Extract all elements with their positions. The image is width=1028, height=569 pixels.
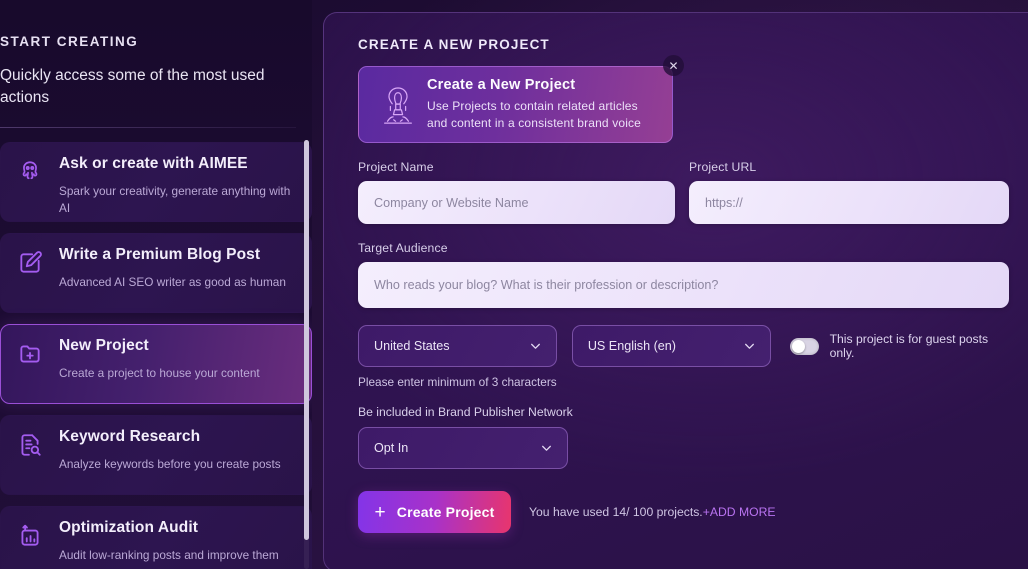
bpn-label: Be included in Brand Publisher Network [358,405,573,419]
sidebar-scrollbar[interactable] [304,140,309,569]
sidebar-item-keyword-research[interactable]: Keyword Research Analyze keywords before… [0,415,312,495]
bpn-select[interactable]: Opt In [358,427,568,469]
project-name-label: Project Name [358,160,434,174]
sidebar-item-aimee[interactable]: Ask or create with AIMEE Spark your crea… [0,142,312,222]
locale-row: United States US English (en) This proje… [358,325,1004,367]
project-url-input[interactable] [689,181,1009,224]
cta-row: + Create Project You have used 14/ 100 p… [358,491,1004,533]
sidebar-divider [0,127,296,128]
banner-desc-line-2: and content in a consistent brand voice [427,116,641,131]
sidebar-item-desc: Audit low-ranking posts and improve them [59,547,279,562]
min-characters-hint: Please enter minimum of 3 characters [358,375,557,389]
toggle-knob [791,339,805,353]
pencil-square-icon [17,250,43,276]
page-title: CREATE A NEW PROJECT [358,37,550,52]
sidebar-item-title: New Project [59,337,149,354]
main-panel: CREATE A NEW PROJECT Create a New Projec… [323,12,1028,569]
create-project-button-label: Create Project [396,504,495,520]
sidebar-item-optimization-audit[interactable]: Optimization Audit Audit low-ranking pos… [0,506,312,569]
target-audience-input[interactable] [358,262,1009,308]
name-url-row: Project Name Project URL [358,160,1009,224]
sidebar-item-desc: Analyze keywords before you create posts [59,456,281,471]
sidebar-item-title: Keyword Research [59,428,201,445]
sidebar-header: START CREATING Quickly access some of th… [0,0,312,109]
banner-title: Create a New Project [427,77,576,93]
chevron-down-icon [529,340,542,353]
sidebar-item-title: Optimization Audit [59,519,198,536]
sidebar-item-desc: Spark your creativity, generate anything… [59,183,291,215]
sidebar-item-new-project[interactable]: New Project Create a project to house yo… [0,324,312,404]
sidebar-item-blog-post[interactable]: Write a Premium Blog Post Advanced AI SE… [0,233,312,313]
target-audience-field: Target Audience [358,241,1009,308]
country-select-value: United States [374,339,450,353]
project-name-input[interactable] [358,181,675,224]
octopus-icon [17,159,43,185]
guest-posts-toggle[interactable] [789,337,819,355]
folder-plus-icon [17,341,43,367]
project-url-field: Project URL [689,160,1009,224]
sidebar-item-desc: Create a project to house your content [59,365,260,380]
sidebar: START CREATING Quickly access some of th… [0,0,312,569]
info-banner-wrapper: Create a New Project Use Projects to con… [358,55,684,143]
info-banner: Create a New Project Use Projects to con… [358,66,673,143]
sidebar-kicker: START CREATING [0,34,139,49]
chevron-down-icon [540,442,553,455]
banner-description: Use Projects to contain related articles… [427,98,662,132]
sidebar-subtitle: Quickly access some of the most used act… [0,67,265,106]
target-audience-label: Target Audience [358,241,448,255]
quick-action-list: Ask or create with AIMEE Spark your crea… [0,142,312,569]
language-select-value: US English (en) [587,339,677,353]
guest-posts-toggle-label: This project is for guest posts only. [829,332,989,360]
rocket-lightbulb-icon [379,85,417,129]
close-icon[interactable]: ✕ [663,55,684,76]
sidebar-item-desc: Advanced AI SEO writer as good as human [59,274,286,289]
document-search-icon [17,432,43,458]
guest-posts-toggle-group: This project is for guest posts only. [789,332,1004,360]
sidebar-scrollbar-thumb[interactable] [304,140,309,540]
sidebar-item-title: Ask or create with AIMEE [59,155,248,172]
add-more-link[interactable]: +ADD MORE [703,505,776,519]
language-select[interactable]: US English (en) [571,325,771,367]
project-url-label: Project URL [689,160,757,174]
plus-icon: + [374,501,386,523]
banner-desc-line-1: Use Projects to contain related articles [427,99,638,113]
sidebar-item-title: Write a Premium Blog Post [59,246,261,263]
country-select[interactable]: United States [358,325,557,367]
project-name-field: Project Name [358,160,675,224]
chevron-down-icon [743,340,756,353]
usage-status: You have used 14/ 100 projects.+ADD MORE [529,505,776,519]
create-project-button[interactable]: + Create Project [358,491,511,533]
usage-text: You have used 14/ 100 projects. [529,505,703,519]
target-audience-row: Target Audience [358,241,1009,308]
bpn-select-value: Opt In [374,441,409,455]
bar-chart-arrow-icon [17,523,43,549]
